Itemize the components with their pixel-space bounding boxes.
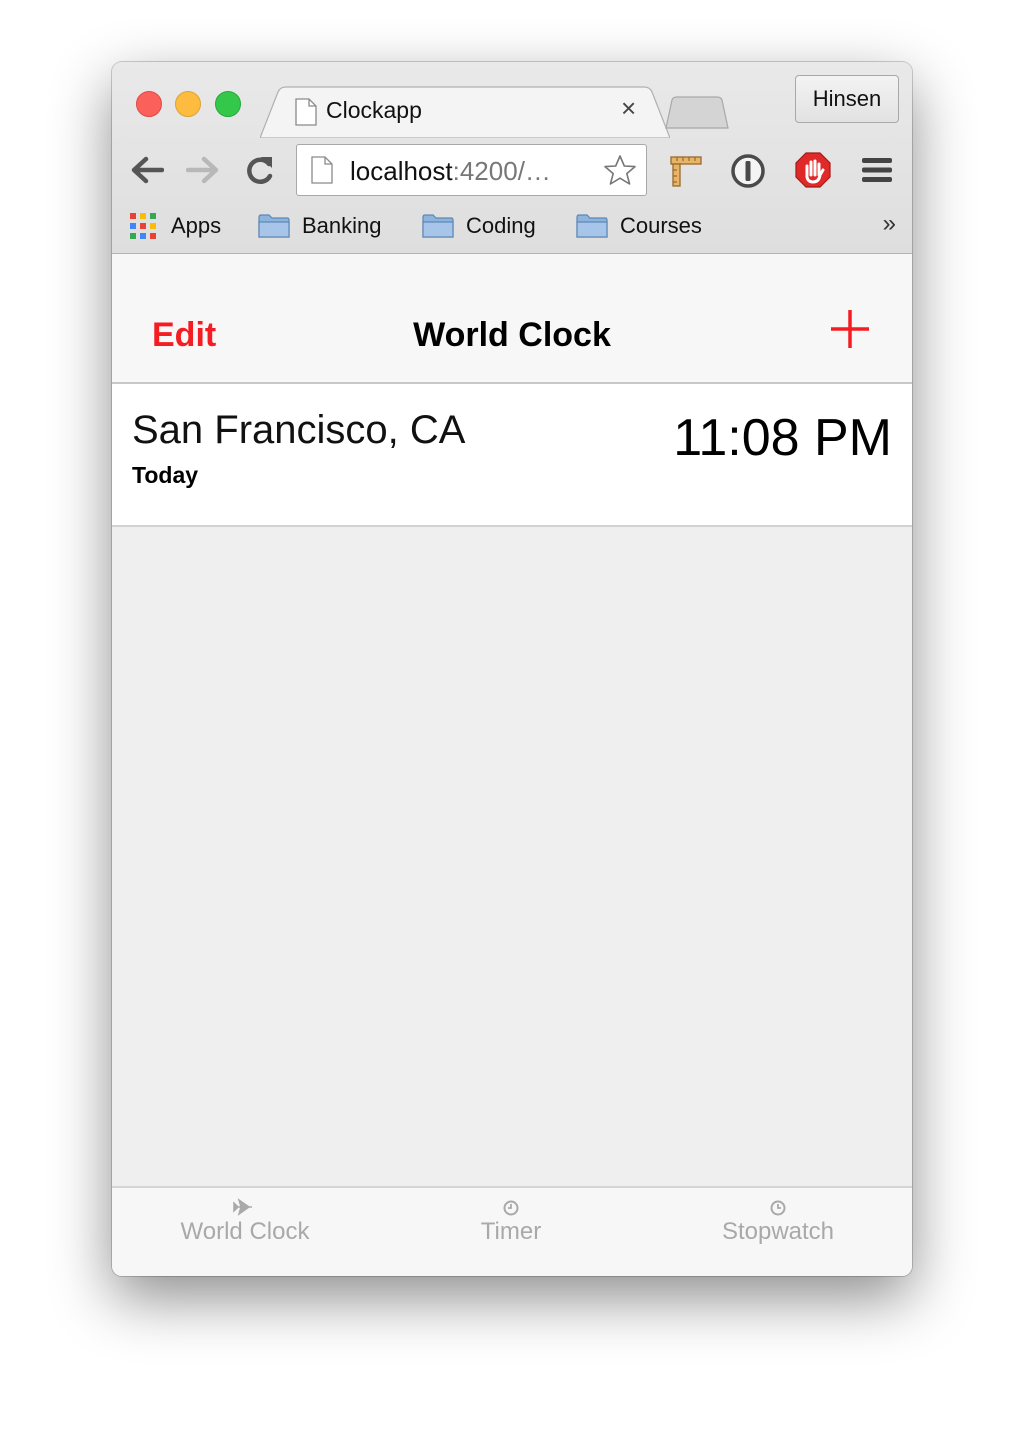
menu-icon[interactable] [861, 157, 893, 183]
bookmark-label: Banking [302, 213, 382, 238]
clock-icon [503, 1200, 519, 1216]
adblock-icon[interactable] [794, 151, 832, 189]
city-name: San Francisco, CA [132, 408, 466, 452]
forward-arrow-icon[interactable] [186, 155, 220, 185]
back-arrow-icon[interactable] [130, 155, 164, 185]
bookmark-apps[interactable]: Apps [129, 204, 221, 248]
page-icon [295, 98, 317, 126]
maximize-window-button[interactable] [215, 91, 241, 117]
list-item[interactable]: San Francisco, CA Today 11:08 PM [112, 384, 912, 527]
page-title: World Clock [413, 316, 611, 354]
bookmark-label: Courses [620, 213, 702, 238]
tab-label: World Clock [180, 1218, 310, 1245]
tab-label: Timer [480, 1218, 542, 1245]
tab-stopwatch[interactable]: Stopwatch [644, 1188, 912, 1276]
minimize-window-button[interactable] [175, 91, 201, 117]
password-manager-icon[interactable] [730, 153, 766, 189]
bookmark-label: Apps [171, 213, 222, 238]
folder-icon [576, 214, 608, 238]
bookmarks-overflow-button[interactable]: » [883, 210, 896, 238]
edit-button[interactable]: Edit [152, 316, 216, 355]
page-icon [311, 156, 333, 184]
browser-window: Clockapp × Hinsen localhost:4200/… Apps … [112, 62, 912, 1276]
url-text: localhost:4200/… [350, 156, 551, 187]
folder-icon [258, 214, 290, 238]
tab-label: Stopwatch [721, 1218, 835, 1245]
airplane-icon [233, 1198, 252, 1216]
close-window-button[interactable] [136, 91, 162, 117]
folder-icon [422, 214, 454, 238]
tab-bar: World Clock Timer Stopwatch [112, 1186, 912, 1276]
navigation-bar: World Clock Edit [112, 254, 912, 384]
bookmark-star-icon[interactable] [603, 154, 637, 186]
tab-world-clock[interactable]: World Clock [112, 1188, 378, 1276]
ruler-extension-icon[interactable] [668, 152, 704, 188]
plus-icon[interactable] [829, 308, 871, 350]
bookmark-coding[interactable]: Coding [422, 204, 536, 248]
address-bar[interactable]: localhost:4200/… [296, 144, 647, 196]
apps-grid-icon [130, 213, 156, 239]
browser-chrome: Clockapp × Hinsen localhost:4200/… Apps … [112, 62, 912, 254]
bookmark-label: Coding [466, 213, 536, 238]
clock-time: 11:08 PM [673, 409, 892, 467]
bookmarks-bar: Apps Banking Coding Courses » [112, 204, 912, 248]
day-label: Today [132, 462, 199, 488]
reload-icon[interactable] [245, 154, 275, 186]
bookmark-courses[interactable]: Courses [576, 204, 702, 248]
bookmark-banking[interactable]: Banking [258, 204, 382, 248]
tab-title: Clockapp [326, 97, 422, 123]
profile-button[interactable]: Hinsen [795, 75, 899, 123]
url-host: localhost [350, 156, 453, 186]
tab-close-icon[interactable]: × [621, 95, 636, 121]
tab-timer[interactable]: Timer [378, 1188, 644, 1276]
stopwatch-icon [770, 1200, 786, 1216]
browser-tab[interactable] [260, 86, 670, 138]
new-tab-button[interactable] [664, 95, 730, 129]
url-path: :4200/… [452, 156, 551, 186]
